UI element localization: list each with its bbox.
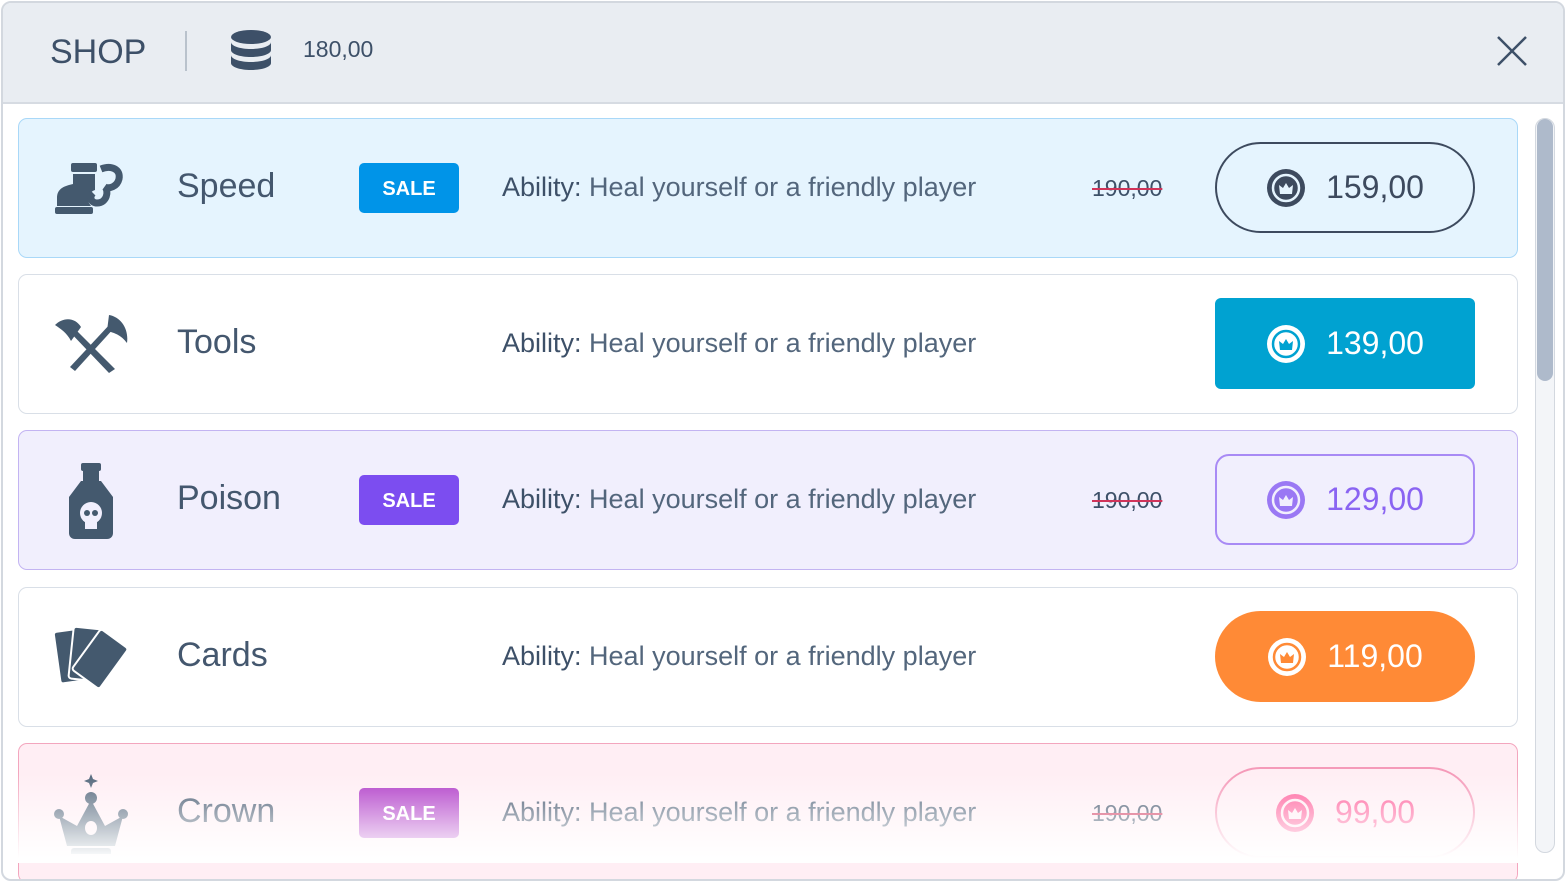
item-name: Cards (177, 636, 268, 674)
item-ability: Ability: Heal yourself or a friendly pla… (502, 484, 976, 515)
buy-button-crown[interactable]: 99,00 (1215, 767, 1475, 858)
close-icon[interactable] (1496, 35, 1528, 67)
old-price: 190,00 (1092, 487, 1163, 513)
ability-label: Ability: (502, 797, 582, 827)
crown-coin-icon (1275, 793, 1314, 832)
price: 119,00 (1327, 638, 1423, 674)
buy-button-poison[interactable]: 129,00 (1215, 454, 1475, 545)
price: 159,00 (1326, 169, 1424, 205)
balance-amount: 180,00 (303, 36, 374, 62)
item-name: Tools (177, 323, 257, 361)
ability-text: Heal yourself or a friendly player (589, 797, 977, 827)
item-name: Crown (177, 792, 276, 830)
ability-label: Ability: (502, 172, 582, 202)
shop-window: SHOP 180,00 Speed SALE Ability: Heal you… (1, 1, 1565, 881)
crown-coin-icon (1267, 168, 1306, 207)
ability-text: Heal yourself or a friendly player (589, 641, 977, 671)
ability-text: Heal yourself or a friendly player (589, 484, 977, 514)
buy-button-tools[interactable]: 139,00 (1215, 298, 1475, 389)
crown-coin-icon (1268, 637, 1307, 676)
scrollbar-thumb[interactable] (1537, 119, 1553, 381)
winged-boot-icon (55, 163, 123, 214)
ability-label: Ability: (502, 484, 582, 514)
sale-badge: SALE (359, 163, 459, 213)
ability-text: Heal yourself or a friendly player (589, 172, 977, 202)
poison-bottle-icon (69, 463, 113, 539)
buy-button-speed[interactable]: 159,00 (1215, 142, 1475, 233)
item-ability: Ability: Heal yourself or a friendly pla… (502, 797, 976, 828)
cards-icon (52, 625, 129, 690)
shop-item-poison: Poison SALE Ability: Heal yourself or a … (18, 430, 1518, 570)
shop-item-cards: Cards Ability: Heal yourself or a friend… (18, 587, 1518, 727)
crown-coin-icon (1267, 480, 1306, 519)
shop-item-tools: Tools Ability: Heal yourself or a friend… (18, 274, 1518, 414)
ability-label: Ability: (502, 328, 582, 358)
shop-item-speed: Speed SALE Ability: Heal yourself or a f… (18, 118, 1518, 258)
old-price: 190,00 (1092, 175, 1163, 201)
ability-text: Heal yourself or a friendly player (589, 328, 977, 358)
buy-button-cards[interactable]: 119,00 (1215, 611, 1475, 702)
item-ability: Ability: Heal yourself or a friendly pla… (502, 641, 976, 672)
price: 129,00 (1326, 481, 1424, 517)
shop-title: SHOP (50, 33, 147, 71)
shop-item-crown: Crown SALE Ability: Heal yourself or a f… (18, 743, 1518, 879)
divider (185, 31, 187, 71)
crossed-axes-icon (55, 315, 128, 373)
item-ability: Ability: Heal yourself or a friendly pla… (502, 172, 976, 203)
item-ability: Ability: Heal yourself or a friendly pla… (502, 328, 976, 359)
item-name: Speed (177, 167, 276, 205)
price: 139,00 (1326, 325, 1424, 361)
coins-stack-icon (231, 30, 271, 70)
ability-label: Ability: (502, 641, 582, 671)
sale-badge: SALE (359, 788, 459, 838)
scrollbar[interactable] (1535, 118, 1555, 853)
old-price: 190,00 (1092, 800, 1163, 826)
price: 99,00 (1334, 794, 1416, 830)
shop-header: SHOP 180,00 (3, 3, 1563, 104)
sale-badge: SALE (359, 475, 459, 525)
item-name: Poison (177, 479, 281, 517)
crown-icon (54, 774, 128, 854)
crown-coin-icon (1267, 324, 1306, 363)
